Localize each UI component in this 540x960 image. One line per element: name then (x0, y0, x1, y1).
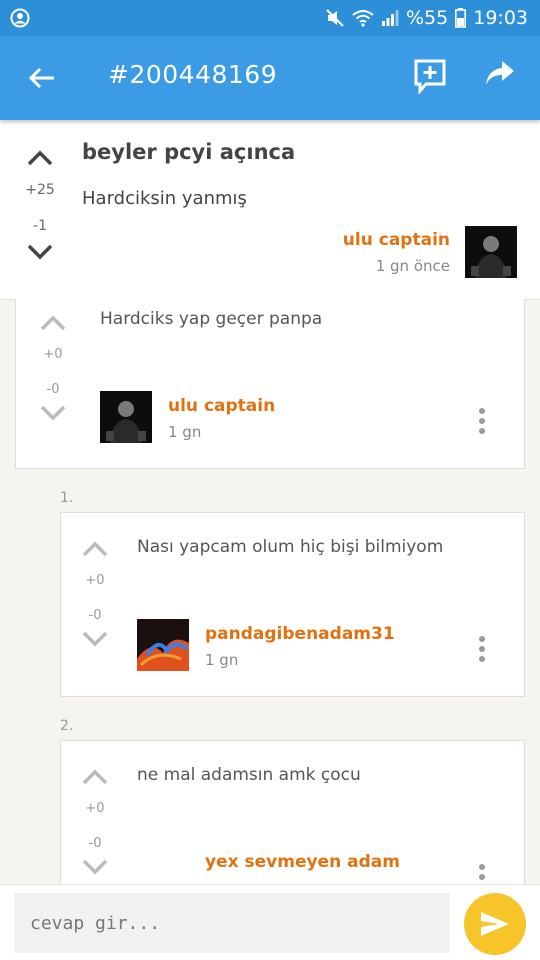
app-bar: #200448169 (0, 36, 540, 120)
add-comment-button[interactable] (412, 58, 452, 98)
comment-author-avatar[interactable] (137, 619, 189, 671)
battery-icon (455, 8, 467, 28)
comment-text: Hardciks yap geçer panpa (100, 309, 323, 329)
downvote-icon[interactable] (26, 242, 54, 262)
downvote-count: -0 (46, 382, 60, 397)
downvote-icon[interactable] (81, 629, 109, 649)
downvote-count: -0 (88, 836, 102, 851)
downvote-icon[interactable] (39, 403, 67, 423)
downvote-count: -1 (33, 218, 47, 234)
comment-time: 1 gn (205, 651, 239, 669)
comment-text: ne mal adamsın amk çocu (137, 765, 361, 785)
signal-icon (381, 9, 399, 27)
reply-input[interactable] (14, 893, 450, 953)
send-button[interactable] (464, 893, 526, 955)
upvote-icon[interactable] (39, 313, 67, 333)
comment-author[interactable]: ulu captain (168, 396, 275, 416)
battery-percent: %55 (406, 7, 449, 29)
back-button[interactable] (22, 58, 62, 98)
reply-index: 2. (60, 718, 74, 734)
comment-time: 1 gn (168, 423, 202, 441)
account-icon (10, 8, 30, 28)
wifi-icon (352, 9, 374, 27)
page-title: #200448169 (108, 60, 278, 89)
send-icon (481, 912, 509, 936)
upvote-count: +0 (85, 801, 105, 816)
post-body: Hardciksin yanmış (82, 188, 247, 209)
reply-index: 1. (60, 490, 74, 506)
more-options-icon[interactable] (472, 633, 492, 667)
mute-icon (325, 8, 345, 28)
share-arrow-icon (486, 61, 514, 85)
comment-text: Nası yapcam olum hiç bişi bilmiyom (137, 537, 444, 557)
comment-author[interactable]: yex sevmeyen adam (205, 852, 400, 872)
post-vote-column: +25 -1 (18, 148, 62, 262)
downvote-count: -0 (88, 608, 102, 623)
upvote-count: +0 (43, 347, 63, 362)
comment-vote-column: +0 -0 (73, 767, 117, 877)
post-author-avatar[interactable] (465, 226, 517, 278)
add-comment-icon (414, 59, 446, 96)
downvote-icon[interactable] (81, 857, 109, 877)
post-time: 1 gn önce (375, 257, 450, 275)
upvote-icon[interactable] (81, 539, 109, 559)
status-bar: %55 19:03 (0, 0, 540, 36)
comment-author-avatar[interactable] (100, 391, 152, 443)
comment-card: +0 -0 Hardciks yap geçer panpa ulu capta… (15, 299, 525, 469)
comment-card: +0 -0 Nası yapcam olum hiç bişi bilmiyom… (60, 512, 525, 697)
more-options-icon[interactable] (472, 405, 492, 439)
upvote-count: +25 (25, 182, 55, 198)
share-button[interactable] (484, 58, 524, 98)
clock: 19:03 (473, 7, 528, 29)
reply-bar (0, 884, 540, 960)
main-post: +25 -1 beyler pcyi açınca Hardciksin yan… (0, 120, 540, 300)
comment-vote-column: +0 -0 (73, 539, 117, 649)
upvote-count: +0 (85, 573, 105, 588)
arrow-left-icon (29, 67, 54, 89)
post-author[interactable]: ulu captain (343, 230, 450, 250)
comment-author[interactable]: pandagibenadam31 (205, 624, 395, 644)
upvote-icon[interactable] (26, 148, 54, 168)
post-title: beyler pcyi açınca (82, 140, 296, 164)
comment-vote-column: +0 -0 (31, 313, 75, 423)
upvote-icon[interactable] (81, 767, 109, 787)
